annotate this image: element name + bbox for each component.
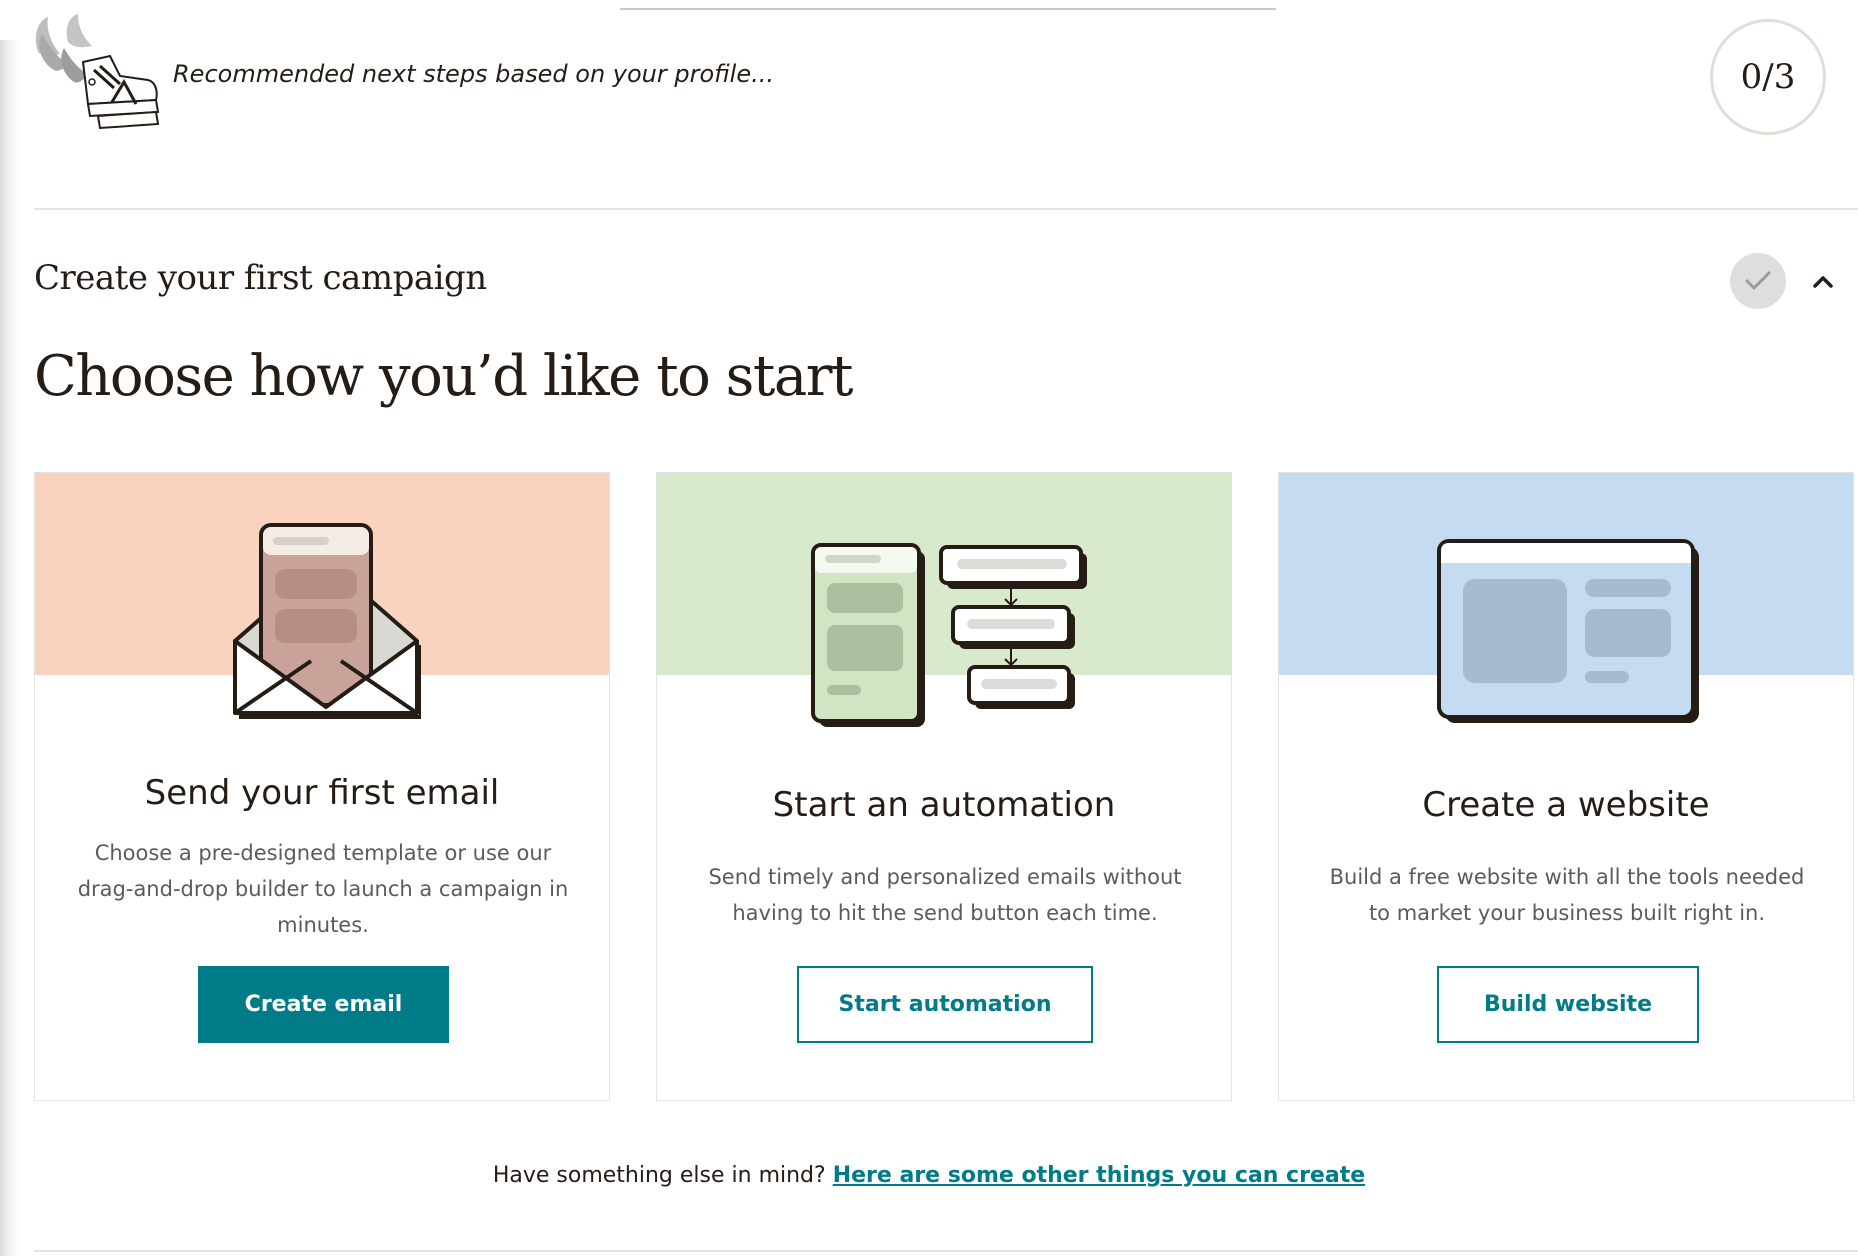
card-start-automation: Start an automation Send timely and pers…	[656, 472, 1232, 1101]
automation-flow-icon	[811, 543, 1087, 727]
recommendations-text: Recommended next steps based on your pro…	[173, 60, 774, 88]
page-title: Choose how you’d like to start	[34, 344, 854, 409]
create-email-button[interactable]: Create email	[198, 966, 449, 1043]
website-icon	[1437, 539, 1699, 723]
card-description: Send timely and personalized emails with…	[708, 865, 1182, 925]
check-icon	[1745, 271, 1771, 290]
sneaker-icon	[35, 14, 160, 130]
card-title: Send your first email	[144, 773, 500, 813]
section-divider	[34, 208, 1858, 210]
start-automation-button[interactable]: Start automation	[797, 966, 1093, 1043]
card-title: Create a website	[1422, 785, 1710, 825]
card-description: Choose a pre-designed template or use ou…	[77, 841, 569, 937]
card-create-website: Create a website Build a free website wi…	[1278, 472, 1854, 1101]
card-title: Start an automation	[772, 785, 1116, 825]
progress-counter: 0/3	[1710, 19, 1826, 135]
card-send-email: Send your first email Choose a pre-desig…	[34, 472, 610, 1101]
card-description: Build a free website with all the tools …	[1329, 865, 1805, 925]
recommendations-header: Recommended next steps based on your pro…	[0, 0, 1858, 208]
step-status-badge	[1730, 253, 1786, 309]
other-options-link[interactable]: Here are some other things you can creat…	[833, 1163, 1365, 1188]
page-shadow	[0, 40, 20, 1256]
other-options-line: Have something else in mind? Here are so…	[0, 1163, 1858, 1188]
other-options-prompt: Have something else in mind?	[492, 1163, 826, 1188]
step-title[interactable]: Create your first campaign	[34, 258, 487, 298]
chevron-up-icon[interactable]	[1808, 270, 1838, 292]
bottom-divider	[34, 1250, 1858, 1252]
build-website-button[interactable]: Build website	[1437, 966, 1699, 1043]
envelope-icon	[233, 523, 421, 719]
